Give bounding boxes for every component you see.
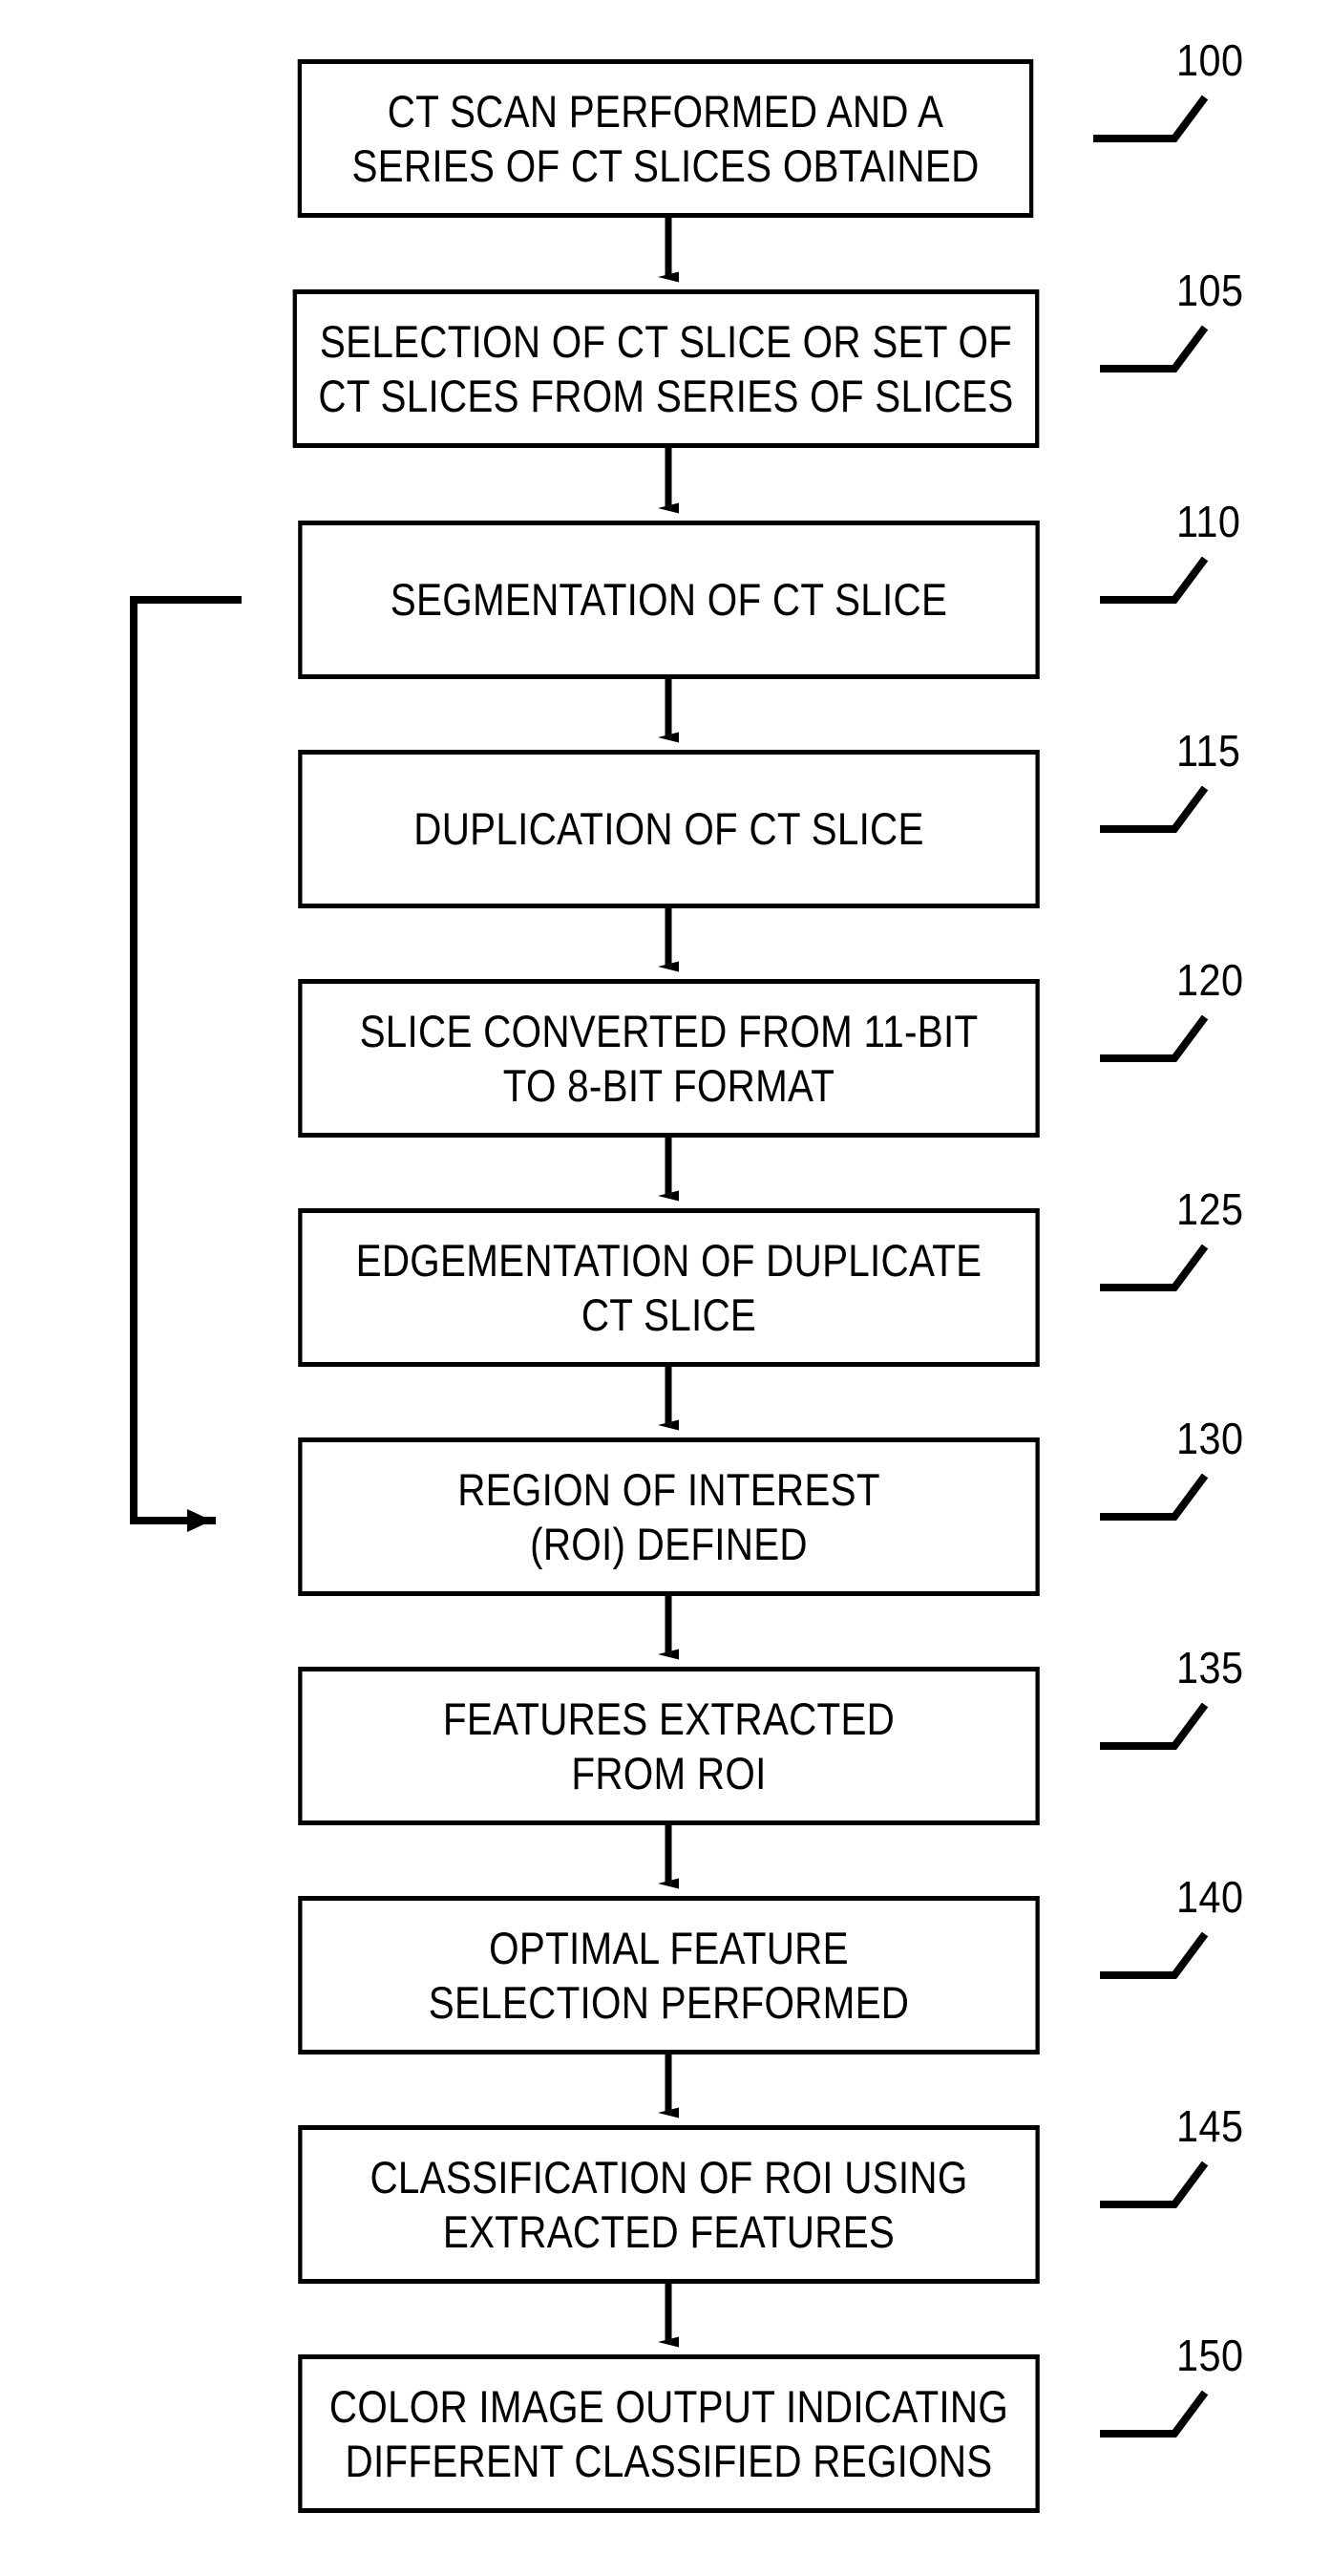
- process-box-100-line-2: SERIES OF CT SLICES OBTAINED: [351, 140, 980, 191]
- process-box-120[interactable]: SLICE CONVERTED FROM 11-BIT TO 8-BIT FOR…: [298, 979, 1040, 1138]
- flowchart-canvas: CT SCAN PERFORMED AND A SERIES OF CT SLI…: [0, 0, 1331, 2576]
- process-box-110-line-1: SEGMENTATION OF CT SLICE: [390, 574, 948, 626]
- process-box-135-line-2: FROM ROI: [571, 1748, 767, 1799]
- leader-line-150: [1100, 2390, 1209, 2438]
- process-box-130-line-2: (ROI) DEFINED: [530, 1519, 808, 1569]
- process-box-130[interactable]: REGION OF INTEREST (ROI) DEFINED: [298, 1437, 1040, 1596]
- reference-numeral-135: 135: [1176, 1643, 1244, 1692]
- leader-line-135: [1100, 1702, 1209, 1750]
- leader-line-115: [1100, 785, 1209, 833]
- reference-numeral-150: 150: [1176, 2331, 1244, 2380]
- process-box-105-line-1: SELECTION OF CT SLICE OR SET OF: [319, 315, 1013, 367]
- process-box-120-line-2: TO 8-BIT FORMAT: [502, 1060, 835, 1111]
- process-box-105[interactable]: SELECTION OF CT SLICE OR SET OF CT SLICE…: [292, 289, 1040, 448]
- process-box-150-line-1: COLOR IMAGE OUTPUT INDICATING: [328, 2380, 1009, 2432]
- process-box-120-line-1: SLICE CONVERTED FROM 11-BIT: [359, 1005, 979, 1056]
- leader-line-100: [1093, 95, 1209, 142]
- process-box-140-line-2: SELECTION PERFORMED: [428, 1977, 910, 2028]
- process-box-140-line-1: OPTIMAL FEATURE: [489, 1922, 849, 1973]
- leader-line-110: [1100, 556, 1209, 604]
- process-box-145[interactable]: CLASSIFICATION OF ROI USING EXTRACTED FE…: [298, 2125, 1040, 2284]
- reference-numeral-115: 115: [1176, 726, 1241, 776]
- process-box-150[interactable]: COLOR IMAGE OUTPUT INDICATING DIFFERENT …: [298, 2354, 1040, 2513]
- process-box-150-line-2: DIFFERENT CLASSIFIED REGIONS: [345, 2436, 993, 2486]
- reference-numeral-120: 120: [1176, 955, 1244, 1005]
- leader-line-130: [1100, 1473, 1209, 1521]
- process-box-145-line-2: EXTRACTED FEATURES: [442, 2206, 896, 2257]
- process-box-135-line-1: FEATURES EXTRACTED: [442, 1692, 896, 1744]
- reference-numeral-130: 130: [1176, 1414, 1244, 1463]
- reference-numeral-100: 100: [1176, 35, 1244, 85]
- leader-line-120: [1100, 1014, 1209, 1062]
- process-box-100[interactable]: CT SCAN PERFORMED AND A SERIES OF CT SLI…: [297, 59, 1034, 218]
- process-box-145-line-1: CLASSIFICATION OF ROI USING: [370, 2151, 968, 2203]
- feedback-loop-110-to-130: [130, 596, 242, 1532]
- reference-numeral-145: 145: [1176, 2101, 1244, 2151]
- leader-line-145: [1100, 2161, 1209, 2208]
- process-box-125-line-1: EDGEMENTATION OF DUPLICATE: [355, 1234, 982, 1286]
- process-box-140[interactable]: OPTIMAL FEATURE SELECTION PERFORMED: [298, 1896, 1040, 2054]
- process-box-125[interactable]: EDGEMENTATION OF DUPLICATE CT SLICE: [298, 1208, 1040, 1367]
- process-box-135[interactable]: FEATURES EXTRACTED FROM ROI: [298, 1667, 1040, 1825]
- reference-numeral-140: 140: [1176, 1872, 1244, 1922]
- reference-numeral-110: 110: [1176, 497, 1241, 546]
- process-box-105-line-2: CT SLICES FROM SERIES OF SLICES: [318, 371, 1014, 421]
- process-box-115-line-1: DUPLICATION OF CT SLICE: [413, 803, 924, 855]
- process-box-115[interactable]: DUPLICATION OF CT SLICE: [298, 750, 1040, 908]
- leader-line-125: [1100, 1244, 1209, 1291]
- leader-line-105: [1100, 325, 1209, 373]
- reference-numeral-105: 105: [1176, 266, 1244, 315]
- process-box-110[interactable]: SEGMENTATION OF CT SLICE: [298, 521, 1040, 679]
- process-box-130-line-1: REGION OF INTEREST: [457, 1463, 880, 1515]
- reference-numeral-125: 125: [1176, 1184, 1244, 1234]
- process-box-125-line-2: CT SLICE: [581, 1289, 757, 1340]
- process-box-100-line-1: CT SCAN PERFORMED AND A: [387, 85, 944, 137]
- leader-line-140: [1100, 1931, 1209, 1979]
